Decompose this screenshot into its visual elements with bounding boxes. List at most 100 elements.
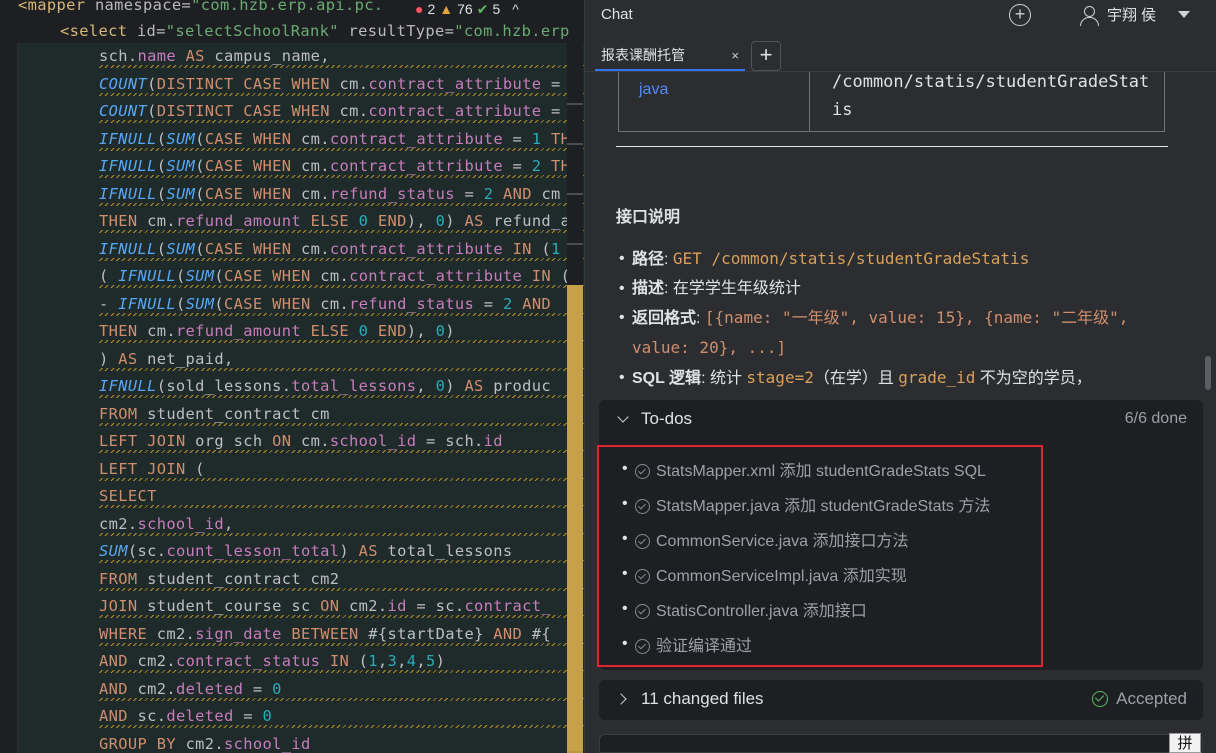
code-line: AND cm2.contract_status IN (1,3,4,5) <box>99 652 446 670</box>
close-icon[interactable]: × <box>731 48 739 63</box>
code-line: SELECT <box>99 487 157 505</box>
warning-underline <box>99 615 584 618</box>
error-icon: ● <box>415 1 424 17</box>
user-menu[interactable]: 宇翔 侯 <box>1079 4 1191 26</box>
tab-report[interactable]: 报表课酬托管 × <box>595 41 745 71</box>
code-line: LEFT JOIN ( <box>99 459 205 478</box>
warning-underline <box>99 560 584 563</box>
warning-underline <box>99 505 584 508</box>
check-circle-icon <box>1092 691 1109 707</box>
code-line: THEN cm.refund_amount ELSE 0 END), 0) <box>99 322 455 340</box>
code-editor[interactable]: <mapper namespace="com.hzb.erp.api.pc. ●… <box>0 0 584 753</box>
code-line: LEFT JOIN org sch ON cm.school_id = sch.… <box>99 432 503 450</box>
user-icon <box>1079 5 1099 26</box>
chat-message-content: java /common/statis/studentGradeStatis 接… <box>585 72 1201 395</box>
warning-underline <box>99 477 584 481</box>
chat-header: Chat + 宇翔 侯 <box>585 0 1216 36</box>
table-cell-lang: java <box>619 72 810 131</box>
warning-underline <box>99 257 584 261</box>
warning-underline <box>99 340 584 343</box>
todos-title: To-dos <box>641 409 693 428</box>
chevron-up-icon[interactable]: ^ <box>512 1 519 17</box>
info-table: java /common/statis/studentGradeStatis <box>618 72 1165 132</box>
add-tab-button[interactable]: + <box>751 41 781 71</box>
chevron-right-icon <box>615 693 627 705</box>
chat-panel: Chat + 宇翔 侯 报表课酬托管 × + java /common/stat… <box>584 0 1216 753</box>
code-line: AND cm2.deleted = 0 <box>99 679 282 698</box>
warning-underline <box>99 422 584 426</box>
plus-circle-icon: + <box>1014 4 1026 24</box>
new-chat-button[interactable]: + <box>1009 4 1031 26</box>
todos-count: 6/6 done <box>1124 410 1187 427</box>
warning-underline <box>99 120 584 123</box>
code-line: IFNULL(SUM(CASE WHEN cm.contract_attribu… <box>99 129 571 148</box>
mapper-tag-line: <mapper namespace="com.hzb.erp.api.pc. <box>18 0 384 14</box>
code-line: JOIN student_course sc ON cm2.id = sc.co… <box>99 597 551 615</box>
warning-underline <box>99 147 584 151</box>
changed-files-row[interactable]: 11 changed files Accepted <box>599 680 1203 720</box>
user-name: 宇翔 侯 <box>1107 7 1157 24</box>
ime-indicator: 拼 <box>1169 733 1201 753</box>
code-line: COUNT(DISTINCT CASE WHEN cm.contract_att… <box>99 102 561 120</box>
section-heading: 接口说明 <box>616 209 681 226</box>
ok-check-icon: ✔ <box>476 0 489 17</box>
changed-files-label: 11 changed files <box>641 689 764 708</box>
warning-underline <box>99 725 584 728</box>
table-cell-path: /common/statis/studentGradeStatis <box>832 72 1150 120</box>
code-line: IFNULL(sold_lessons.total_lessons, 0) AS… <box>99 377 551 395</box>
warning-underline <box>99 670 584 673</box>
chat-tabs: 报表课酬托管 × + <box>585 38 1216 72</box>
warning-underline <box>99 532 584 536</box>
api-details-list: 路径: GET /common/statis/studentGradeStati… <box>616 244 1176 393</box>
code-line: AND sc.deleted = 0 <box>99 707 273 725</box>
warning-underline <box>99 202 584 206</box>
todos-header[interactable]: To-dos 6/6 done <box>599 400 1203 440</box>
editor-scrollbar-thumb[interactable] <box>567 285 583 753</box>
warning-underline <box>99 367 584 371</box>
warning-icon: ▲ <box>439 1 454 17</box>
warning-underline <box>99 312 584 316</box>
chat-title: Chat <box>601 6 633 23</box>
code-line: FROM student_contract cm2 <box>99 569 340 588</box>
editor-scroll-track[interactable] <box>567 43 583 285</box>
highlight-box <box>597 445 1043 667</box>
code-line: IFNULL(SUM(CASE WHEN cm.refund_status = … <box>99 184 561 203</box>
warning-underline <box>99 697 584 701</box>
select-tag-line: <select id="selectSchoolRank" resultType… <box>60 22 570 40</box>
code-line: IFNULL(SUM(CASE WHEN cm.contract_attribu… <box>99 239 561 258</box>
warning-underline <box>99 65 584 68</box>
chat-input[interactable] <box>599 734 1203 753</box>
code-line: ) AS net_paid, <box>99 349 234 368</box>
tab-label: 报表课酬托管 <box>601 47 685 63</box>
list-item: 描述: 在学学生年级统计 <box>616 274 1176 303</box>
warning-underline <box>99 395 584 398</box>
warning-underline <box>99 285 584 288</box>
code-line: COUNT(DISTINCT CASE WHEN cm.contract_att… <box>99 74 561 93</box>
code-line: WHERE cm2.sign_date BETWEEN #{startDate}… <box>99 624 552 643</box>
warning-underline <box>99 92 584 96</box>
warning-underline <box>99 450 584 453</box>
code-line: THEN cm.refund_amount ELSE 0 END), 0) AS… <box>99 212 571 230</box>
warning-underline <box>99 587 584 591</box>
code-line: GROUP BY cm2.school_id <box>99 734 311 753</box>
code-line: FROM student_contract cm <box>99 404 330 423</box>
code-line: SUM(sc.count_lesson_total) AS total_less… <box>99 542 513 560</box>
code-line: IFNULL(SUM(CASE WHEN cm.contract_attribu… <box>99 157 571 175</box>
warning-underline <box>99 175 584 178</box>
accepted-status: Accepted <box>1092 689 1187 709</box>
chevron-down-icon <box>617 411 629 423</box>
inspection-widget[interactable]: ● 2 ▲ 76 ✔ 5 ^ <box>415 0 519 19</box>
warning-underline <box>99 642 584 646</box>
code-line: sch.name AS campus_name, <box>99 47 330 65</box>
code-line: ( IFNULL(SUM(CASE WHEN cm.contract_attri… <box>99 267 571 285</box>
list-item: 路径: GET /common/statis/studentGradeStati… <box>616 244 1176 274</box>
chat-scrollbar[interactable] <box>1205 356 1211 390</box>
list-item: 返回格式: [{name: "一年级", value: 15}, {name: … <box>616 303 1176 363</box>
editor-gutter <box>0 43 18 753</box>
list-item: SQL 逻辑: 统计 stage=2（在学）且 grade_id 不为空的学员， <box>616 363 1176 393</box>
chevron-down-icon <box>1178 11 1191 18</box>
divider <box>616 146 1168 147</box>
warning-underline <box>99 230 584 233</box>
code-line: cm2.school_id, <box>99 514 234 533</box>
code-line: - IFNULL(SUM(CASE WHEN cm.refund_status … <box>99 294 552 313</box>
